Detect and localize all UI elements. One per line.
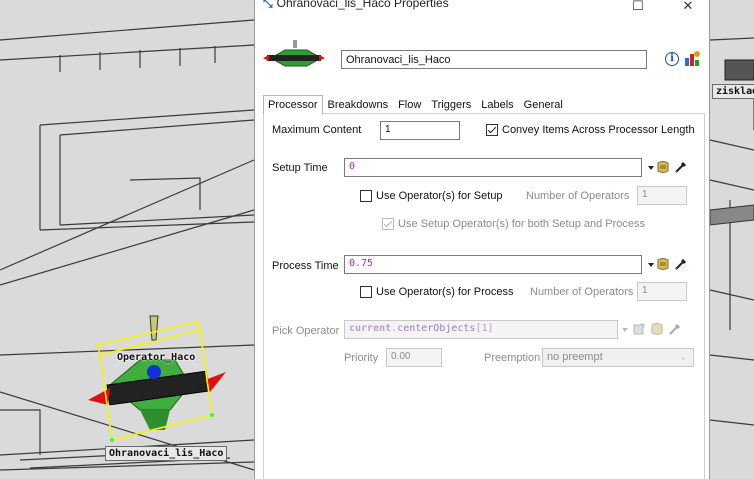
process-time-eyedropper-icon[interactable]: [674, 257, 688, 271]
setup-time-label: Setup Time: [272, 162, 328, 174]
use-operator-process-checkbox[interactable]: [360, 286, 372, 298]
maximize-button[interactable]: ☐: [623, 0, 653, 14]
setup-time-eyedropper-icon[interactable]: [674, 160, 688, 174]
use-operator-setup-label: Use Operator(s) for Setup: [376, 190, 503, 202]
chevron-down-icon: ⌄: [679, 352, 687, 362]
preemption-value: no preempt: [547, 351, 603, 363]
code-current: current: [349, 323, 392, 334]
tab-triggers[interactable]: Triggers: [426, 95, 476, 114]
num-operators-process-label: Number of Operators: [530, 286, 634, 298]
properties-palette-icon[interactable]: [683, 50, 701, 68]
use-operator-process-label: Use Operator(s) for Process: [376, 286, 514, 298]
process-time-field[interactable]: 0.75: [344, 255, 642, 274]
setup-time-field[interactable]: 0: [344, 158, 642, 177]
flexsim-app-icon: ⤡: [263, 0, 273, 10]
priority-label: Priority: [344, 352, 379, 364]
pick-operator-label: Pick Operator: [272, 325, 340, 337]
preemption-select[interactable]: no preempt ⌄: [542, 348, 694, 367]
window-title: ⤡ Ohranovaci_lis_Haco Properties: [263, 0, 449, 11]
process-time-dropdown-arrow[interactable]: [648, 263, 654, 267]
close-button[interactable]: ✕: [673, 0, 703, 14]
process-time-label: Process Time: [272, 260, 339, 272]
max-content-label: Maximum Content: [272, 124, 362, 136]
properties-dialog: ⤡Ohranovaci_lis_Haco Properties ☐ ✕ i Pr…: [254, 0, 710, 479]
right-object-label[interactable]: zisklad_: [712, 84, 754, 99]
tab-breakdowns[interactable]: Breakdowns: [323, 95, 394, 114]
use-setup-both-label: Use Setup Operator(s) for both Setup and…: [398, 218, 646, 230]
setup-time-code: 0: [349, 161, 356, 172]
convey-items-checkbox[interactable]: [486, 124, 498, 136]
pick-operator-script-icon[interactable]: [650, 322, 664, 336]
title-bar[interactable]: ⤡ Ohranovaci_lis_Haco Properties ☐ ✕: [255, 0, 709, 30]
pick-operator-template-icon[interactable]: [632, 322, 646, 336]
object-header: i: [255, 30, 709, 90]
num-operators-process-input[interactable]: 1: [637, 282, 687, 301]
num-operators-setup-label: Number of Operators: [526, 190, 630, 202]
process-time-script-icon[interactable]: [656, 257, 670, 271]
tab-flow[interactable]: Flow: [393, 95, 426, 114]
window-title-text: Ohranovaci_lis_Haco Properties: [276, 0, 449, 10]
code-method: centerObjects: [397, 323, 476, 334]
object-name-input[interactable]: [341, 50, 647, 69]
tab-strip: Processor Breakdowns Flow Triggers Label…: [263, 95, 568, 115]
tab-labels[interactable]: Labels: [476, 95, 518, 114]
code-index: [1]: [475, 323, 494, 334]
use-setup-both-checkbox[interactable]: [382, 218, 394, 230]
priority-input[interactable]: 0.00: [386, 348, 442, 367]
info-icon[interactable]: i: [665, 52, 679, 66]
processor-object-icon: [263, 40, 325, 67]
processor-label[interactable]: Ohranovaci_lis_Haco: [105, 446, 228, 461]
use-operator-setup-checkbox[interactable]: [360, 190, 372, 202]
convey-items-label: Convey Items Across Processor Length: [502, 124, 695, 136]
pick-operator-code: current.centerObjects[1]: [349, 323, 494, 334]
tab-processor[interactable]: Processor: [263, 95, 323, 115]
preemption-label: Preemption: [484, 352, 541, 364]
pick-operator-dropdown-arrow[interactable]: [622, 328, 628, 332]
setup-time-dropdown-arrow[interactable]: [648, 166, 654, 170]
process-time-code: 0.75: [349, 258, 374, 269]
max-content-input[interactable]: 1: [380, 121, 460, 140]
processor-tab-panel: Maximum Content 1 Convey Items Across Pr…: [263, 113, 705, 479]
pick-operator-eyedropper-icon[interactable]: [668, 322, 682, 336]
setup-time-script-icon[interactable]: [656, 160, 670, 174]
tab-general[interactable]: General: [519, 95, 568, 114]
pick-operator-field[interactable]: current.centerObjects[1]: [344, 320, 618, 339]
operator-label[interactable]: Operator_Haco: [114, 351, 198, 364]
num-operators-setup-input[interactable]: 1: [637, 186, 687, 205]
